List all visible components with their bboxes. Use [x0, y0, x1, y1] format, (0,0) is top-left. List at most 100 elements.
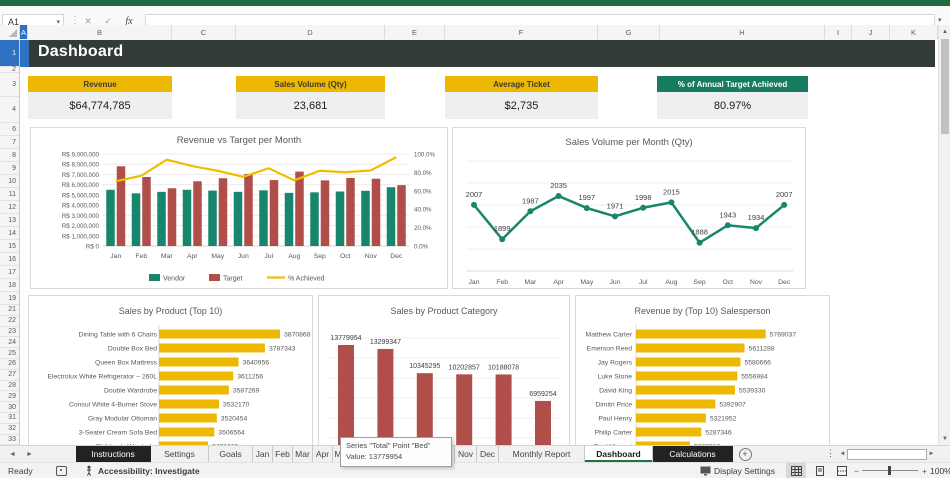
zoom-slider[interactable] [862, 463, 918, 478]
row-header-18[interactable]: 18 [0, 279, 19, 292]
display-settings-button[interactable]: Display Settings [714, 463, 775, 478]
column-header-g[interactable]: G [598, 25, 660, 39]
column-header-e[interactable]: E [385, 25, 445, 39]
svg-text:Jun: Jun [238, 253, 249, 260]
sheet-tab-mar[interactable]: Mar [293, 446, 313, 462]
scroll-up-icon[interactable]: ▲ [939, 25, 950, 38]
sheet-tab-dashboard[interactable]: Dashboard [585, 446, 653, 462]
row-header-27[interactable]: 27 [0, 370, 19, 381]
svg-text:Queen Box Mattress: Queen Box Mattress [95, 360, 158, 367]
column-header-k[interactable]: K [890, 25, 938, 39]
sheet-tab-feb[interactable]: Feb [273, 446, 293, 462]
horizontal-scrollbar[interactable]: ◄ ► [838, 448, 936, 460]
svg-text:13779954: 13779954 [330, 335, 361, 342]
svg-text:David King: David King [599, 388, 632, 395]
row-header-26[interactable]: 26 [0, 359, 19, 370]
column-header-f[interactable]: F [445, 25, 598, 39]
chart-revenue-vs-target[interactable]: Revenue vs Target per Month R$ 0 R$ 1,000,… [30, 127, 448, 289]
column-header-j[interactable]: J [852, 25, 890, 39]
row-header-21[interactable]: 21 [0, 305, 19, 316]
select-all-corner[interactable] [0, 25, 20, 39]
row-header-25[interactable]: 25 [0, 348, 19, 359]
selected-cell-a1[interactable] [20, 40, 29, 67]
view-page-layout-icon[interactable] [810, 463, 830, 478]
row-header-23[interactable]: 23 [0, 327, 19, 338]
macro-record-icon[interactable] [56, 463, 67, 478]
column-header-i[interactable]: I [825, 25, 852, 39]
row-header-11[interactable]: 11 [0, 188, 19, 201]
column-header-b[interactable]: B [28, 25, 172, 39]
row-header-28[interactable]: 28 [0, 381, 19, 392]
row-header-15[interactable]: 15 [0, 240, 19, 253]
row-header-3[interactable]: 3 [0, 73, 19, 97]
row-header-8[interactable]: 8 [0, 149, 19, 162]
vertical-scroll-thumb[interactable] [941, 39, 949, 134]
display-settings-icon[interactable] [700, 463, 711, 478]
zoom-level[interactable]: 100% [930, 463, 950, 478]
sheet-tab-instructions[interactable]: Instructions [76, 446, 151, 462]
row-header-7[interactable]: 7 [0, 136, 19, 149]
row-header-12[interactable]: 12 [0, 201, 19, 214]
row-header-33[interactable]: 33 [0, 435, 19, 445]
dashboard-banner: Dashboard [20, 40, 935, 67]
chart-revenue-by-salesperson[interactable]: Revenue by (Top 10) Salesperson Matthew C… [575, 295, 830, 445]
hscroll-track[interactable] [847, 448, 927, 460]
tab-scroll-right-icon[interactable]: ► [21, 446, 38, 462]
sheet-tab-monthly-report[interactable]: Monthly Report [499, 446, 585, 462]
formula-bar-row: A1 ▾ ⋮ ✕ ✓ fx ▾ [0, 6, 950, 29]
formula-bar-expand-icon[interactable]: ▾ [938, 16, 942, 24]
row-header-16[interactable]: 16 [0, 253, 19, 266]
row-header-6[interactable]: 6 [0, 123, 19, 136]
svg-text:Emerson Reed: Emerson Reed [587, 346, 633, 353]
sheet-tab-calculations[interactable]: Calculations [653, 446, 733, 462]
row-header-22[interactable]: 22 [0, 316, 19, 327]
row-header-32[interactable]: 32 [0, 424, 19, 435]
svg-text:5287346: 5287346 [705, 430, 732, 437]
column-header-h[interactable]: H [660, 25, 825, 39]
hscroll-right-icon[interactable]: ► [927, 451, 936, 457]
row-header-24[interactable]: 24 [0, 337, 19, 349]
sheet-tab-apr[interactable]: Apr [313, 446, 333, 462]
view-page-break-icon[interactable] [832, 463, 852, 478]
column-header-d[interactable]: D [236, 25, 385, 39]
sheet-tab-nov[interactable]: Nov [455, 446, 477, 462]
column-header-a[interactable]: A [20, 25, 28, 39]
chart-sales-by-category[interactable]: Sales by Product Category 13779954 1329934… [318, 295, 570, 445]
chart-sales-volume-per-month[interactable]: Sales Volume per Month (Qty) 2007 Jan 1899 F… [452, 127, 806, 289]
row-header-4[interactable]: 4 [0, 97, 19, 123]
row-header-31[interactable]: 31 [0, 413, 19, 424]
svg-text:R$ 9,000,000: R$ 9,000,000 [62, 152, 100, 159]
accessibility-icon[interactable] [84, 463, 94, 478]
sheet-tab-jan[interactable]: Jan [253, 446, 273, 462]
sheet-tab-dec[interactable]: Dec [477, 446, 499, 462]
sheet-tab-settings[interactable]: Settings [151, 446, 209, 462]
svg-text:R$ 0: R$ 0 [86, 244, 100, 251]
svg-text:Double Box Bed: Double Box Bed [108, 346, 157, 353]
row-header-19[interactable]: 19 [0, 292, 19, 305]
vertical-scrollbar[interactable]: ▲ ▼ [938, 25, 950, 445]
zoom-out-button[interactable]: − [854, 463, 859, 478]
kpi-value: $2,735 [445, 92, 598, 119]
row-header-1[interactable]: 1 [0, 40, 19, 67]
row-header-10[interactable]: 10 [0, 175, 19, 188]
zoom-in-button[interactable]: + [922, 463, 927, 478]
sheet-tab-goals[interactable]: Goals [209, 446, 253, 462]
row-header-13[interactable]: 13 [0, 214, 19, 227]
accessibility-status[interactable]: Accessibility: Investigate [98, 463, 200, 478]
scroll-down-icon[interactable]: ▼ [939, 432, 950, 445]
tab-scroll-left-icon[interactable]: ◄ [4, 446, 21, 462]
view-normal-icon[interactable] [786, 463, 806, 478]
row-header-29[interactable]: 29 [0, 391, 19, 403]
new-sheet-button[interactable]: + [733, 446, 757, 462]
row-header-14[interactable]: 14 [0, 227, 19, 240]
chart-sales-by-product[interactable]: Sales by Product (Top 10) Dining Table wi… [28, 295, 313, 445]
zoom-slider-thumb[interactable] [888, 466, 891, 475]
svg-text:1987: 1987 [522, 196, 539, 205]
kpi-card-sales-volume: Sales Volume (Qty) 23,681 [236, 76, 385, 119]
row-header-17[interactable]: 17 [0, 266, 19, 279]
svg-text:6959254: 6959254 [529, 391, 556, 398]
row-header-9[interactable]: 9 [0, 162, 19, 175]
row-header-30[interactable]: 30 [0, 402, 19, 413]
column-header-c[interactable]: C [172, 25, 236, 39]
hscroll-left-icon[interactable]: ◄ [838, 451, 847, 457]
